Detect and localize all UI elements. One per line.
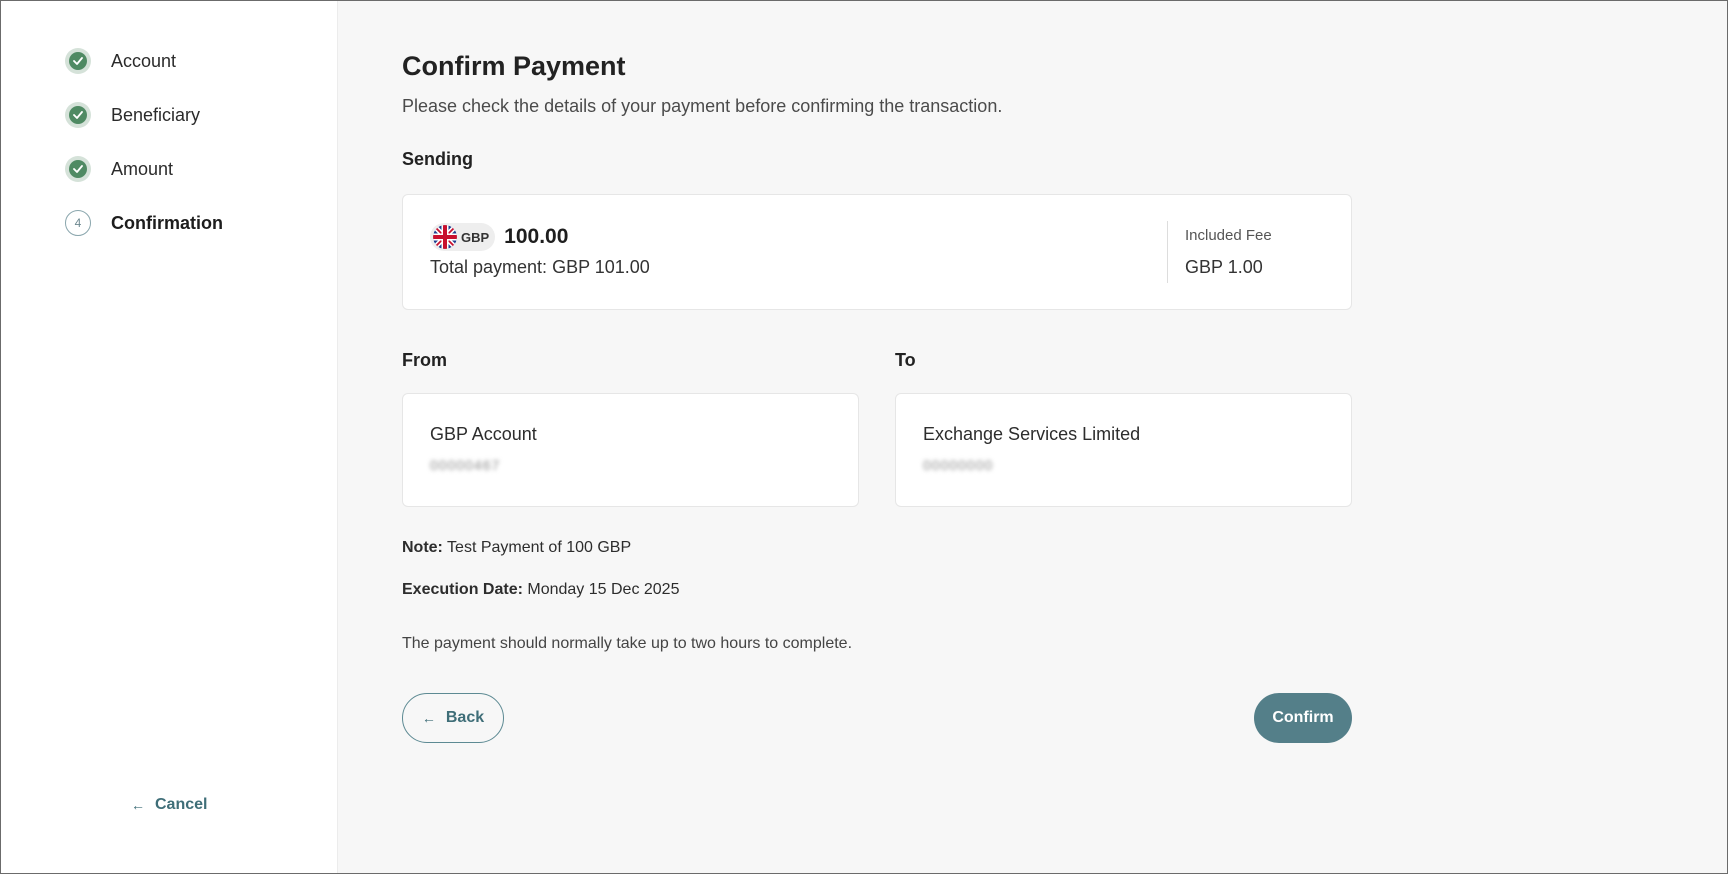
execution-date-line: Execution Date: Monday 15 Dec 2025 — [402, 581, 1352, 599]
back-label: Back — [445, 709, 485, 726]
to-column: To Exchange Services Limited 00000000 — [895, 350, 1352, 507]
from-heading: From — [402, 350, 447, 370]
from-column: From GBP Account 00000467 — [402, 350, 859, 507]
back-button[interactable]: ← Back — [402, 693, 504, 743]
sending-heading: Sending — [402, 149, 473, 169]
cancel-link[interactable]: ← Cancel — [131, 796, 207, 814]
cancel-label: Cancel — [155, 796, 208, 813]
from-to-row: From GBP Account 00000467 To Exchange Se… — [402, 350, 1352, 507]
processing-info: The payment should normally take up to t… — [402, 635, 853, 652]
check-circle-icon — [65, 48, 91, 74]
step-account[interactable]: Account — [65, 48, 223, 74]
to-account-number: 00000000 — [923, 457, 994, 473]
note-line: Note: Test Payment of 100 GBP — [402, 539, 1352, 557]
from-account-card: GBP Account 00000467 — [402, 393, 859, 507]
step-label: Beneficiary — [111, 104, 201, 125]
amount-row: GBP 100.00 — [430, 223, 568, 251]
step-label: Account — [111, 50, 177, 71]
execution-date-value: Monday 15 Dec 2025 — [527, 581, 680, 598]
step-number-badge: 4 — [65, 210, 91, 236]
from-account-name: GBP Account — [430, 424, 537, 444]
stepper-sidebar: Account Beneficiary Amount 4 Confirmatio… — [1, 1, 338, 873]
execution-date-label: Execution Date: — [402, 581, 523, 598]
to-heading: To — [895, 350, 916, 370]
step-label: Confirmation — [111, 212, 223, 233]
currency-pill: GBP — [430, 223, 496, 251]
to-account-name: Exchange Services Limited — [923, 424, 1141, 444]
amount-value: 100.00 — [504, 225, 569, 248]
from-account-number: 00000467 — [430, 457, 501, 473]
uk-flag-icon — [433, 225, 457, 249]
fee-label: Included Fee — [1185, 227, 1272, 244]
main-panel: Confirm Payment Please check the details… — [338, 1, 1727, 873]
check-circle-icon — [65, 102, 91, 128]
confirm-button[interactable]: Confirm — [1254, 693, 1352, 743]
check-circle-icon — [65, 156, 91, 182]
total-payment: Total payment: GBP 101.00 — [430, 257, 650, 277]
fee-value: GBP 1.00 — [1185, 257, 1263, 277]
page-title: Confirm Payment — [402, 51, 626, 81]
step-amount[interactable]: Amount — [65, 156, 223, 182]
note-value: Test Payment of 100 GBP — [447, 539, 632, 556]
sending-card: GBP 100.00 Total payment: GBP 101.00 Inc… — [402, 194, 1352, 310]
step-label: Amount — [111, 158, 174, 179]
page-subtitle: Please check the details of your payment… — [402, 96, 1003, 116]
confirm-payment-content: Confirm Payment Please check the details… — [402, 49, 1352, 743]
note-label: Note: — [402, 539, 443, 556]
app-window: Account Beneficiary Amount 4 Confirmatio… — [0, 0, 1728, 874]
arrow-left-icon: ← — [131, 797, 145, 813]
step-list: Account Beneficiary Amount 4 Confirmatio… — [65, 48, 223, 264]
step-beneficiary[interactable]: Beneficiary — [65, 102, 223, 128]
to-account-card: Exchange Services Limited 00000000 — [895, 393, 1352, 507]
divider — [1167, 221, 1168, 283]
step-confirmation[interactable]: 4 Confirmation — [65, 210, 223, 236]
action-bar: ← Back Confirm — [402, 693, 1352, 743]
currency-code: GBP — [461, 229, 490, 245]
arrow-left-icon: ← — [421, 710, 436, 726]
